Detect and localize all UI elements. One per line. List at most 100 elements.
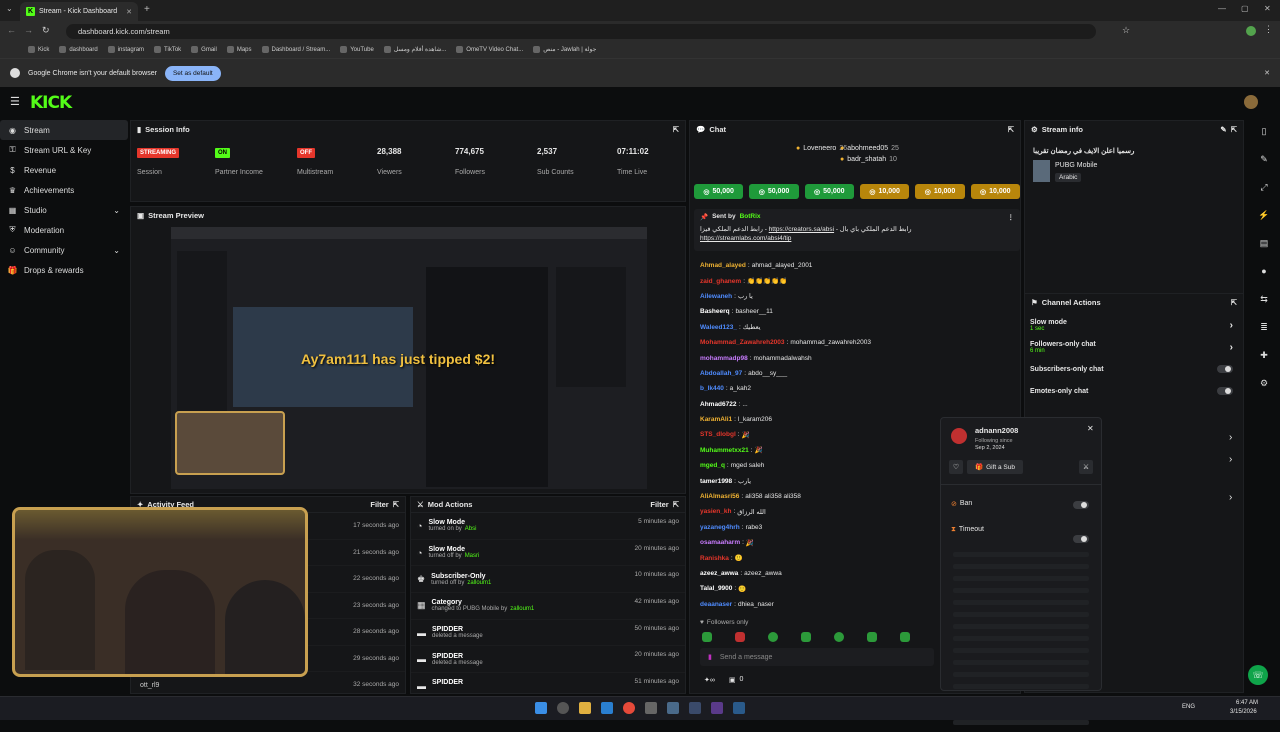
chat-message[interactable]: AliAlmasri56: ali358 ali358 ali358	[700, 489, 940, 504]
popout-icon[interactable]: ⇱	[1008, 125, 1014, 134]
chat-username[interactable]: mged_q	[700, 462, 725, 469]
ban-toggle[interactable]	[1073, 501, 1089, 509]
gift-sub-button[interactable]: 🎁 Gift a Sub	[967, 460, 1023, 474]
emote-icon[interactable]	[768, 632, 778, 642]
chat-username[interactable]: osamaaharm	[700, 539, 740, 546]
chat-username[interactable]: tamer1998	[700, 478, 732, 485]
bookmark-item[interactable]: instagram	[107, 46, 144, 53]
chat-message[interactable]: Talal_9900: 🙂	[700, 581, 940, 596]
bolt-icon[interactable]: ⚡	[1255, 206, 1273, 224]
mic-icon[interactable]: ▮	[708, 653, 712, 661]
bookmark-item[interactable]: TikTok	[154, 46, 181, 53]
sidebar-item-moderation[interactable]: ⛨ Moderation	[0, 220, 128, 240]
user-avatar[interactable]	[1244, 95, 1258, 109]
chat-message[interactable]: osamaaharm: 🎉	[700, 535, 940, 550]
chat-message[interactable]: yazaneg4hrh: rabe3	[700, 520, 940, 535]
mod-action-user[interactable]: Masri	[465, 553, 480, 559]
unpin-icon[interactable]: ⋮	[1008, 213, 1015, 221]
popout-icon[interactable]: ⇱	[393, 500, 399, 509]
profile-avatar[interactable]	[1246, 26, 1256, 36]
chat-username[interactable]: yasien_kh	[700, 508, 731, 515]
bookmark-item[interactable]: شاهدة أفلام ومسل...	[383, 46, 446, 53]
panel-toggle-icon[interactable]: ▯	[1255, 122, 1273, 140]
mod-filter-button[interactable]: Filter	[650, 500, 668, 509]
close-card-icon[interactable]: ✕	[1087, 424, 1094, 433]
back-icon[interactable]: ←	[7, 25, 16, 35]
chat-username[interactable]: azeez_awwa	[700, 570, 738, 577]
maximize-icon[interactable]: ▢	[1241, 4, 1249, 13]
steam-icon[interactable]	[733, 702, 745, 714]
chat-message[interactable]: Ahmad_alayed: ahmad_alayed_2001	[700, 258, 940, 273]
emote-icon[interactable]	[834, 632, 844, 642]
chat-username[interactable]: STS_dlobgl	[700, 431, 736, 438]
chat-message[interactable]: Mohammad_Zawahreh2003: mohammad_zawahreh2…	[700, 335, 940, 350]
chat-message[interactable]: b_lk440: a_kah2	[700, 381, 940, 396]
emote-icon[interactable]	[900, 632, 910, 642]
edit-icon[interactable]: ✎	[1220, 125, 1226, 134]
kick-logo[interactable]: KICK	[30, 93, 72, 113]
chat-message[interactable]: Basheerq: basheer__11	[700, 304, 940, 319]
popout-icon[interactable]: ⇱	[673, 125, 679, 134]
app-icon[interactable]	[667, 702, 679, 714]
mod-tools-button[interactable]: ⚔	[1079, 460, 1093, 474]
close-tab-icon[interactable]: ✕	[126, 8, 132, 16]
edge-icon[interactable]	[601, 702, 613, 714]
channel-action-row[interactable]: Emotes-only chat	[1025, 380, 1243, 402]
sidebar-item-drops-rewards[interactable]: 🎁 Drops & rewards	[0, 260, 128, 280]
chat-message[interactable]: zaid_ghanem: 👏👏👏👏👏	[700, 273, 940, 288]
discord-icon[interactable]	[711, 702, 723, 714]
channel-action-row[interactable]: Followers-only chat 6 min ›	[1025, 336, 1243, 358]
channel-action-row[interactable]: Slow mode 1 sec ›	[1025, 314, 1243, 336]
chat-username[interactable]: AliAlmasri56	[700, 493, 739, 500]
hamburger-menu-icon[interactable]: ☰	[10, 95, 20, 108]
chat-message[interactable]: tamer1998: يارب	[700, 473, 940, 488]
chat-username[interactable]: Ahmad_alayed	[700, 262, 746, 269]
sidebar-item-studio[interactable]: ▦ Studio ⌄	[0, 200, 128, 220]
stream-video[interactable]: Ay7am111 has just tipped $2!	[171, 227, 647, 489]
chat-username[interactable]: mohammadp98	[700, 355, 748, 362]
bookmark-item[interactable]: Kick	[28, 46, 49, 53]
chat-username[interactable]: Waleed123_	[700, 324, 737, 331]
list-icon[interactable]: ≣	[1255, 318, 1273, 336]
chat-username[interactable]: KaramAli1	[700, 416, 732, 423]
chevron-right-icon[interactable]: ›	[1229, 432, 1232, 443]
url-field[interactable]: dashboard.kick.com/stream	[66, 24, 1096, 39]
popout-icon[interactable]: ⇱	[1231, 298, 1237, 307]
chat-username[interactable]: Ranishka	[700, 555, 729, 562]
close-window-icon[interactable]: ✕	[1264, 4, 1271, 13]
browser-tab[interactable]: K Stream - Kick Dashboard ✕	[20, 2, 138, 21]
timeout-toggle[interactable]	[1073, 535, 1089, 543]
chat-message[interactable]: Ailewaneh: يا رب	[700, 289, 940, 304]
pinned-link-2[interactable]: https://streamlabs.com/absi4/tip	[700, 235, 791, 242]
reload-icon[interactable]: ↻	[42, 25, 50, 36]
chevron-right-icon[interactable]: ›	[1229, 454, 1232, 465]
chat-username[interactable]: yazaneg4hrh	[700, 524, 740, 531]
search-icon[interactable]	[557, 702, 569, 714]
settings-icon[interactable]: ⚙	[1255, 374, 1273, 392]
chat-message[interactable]: azeez_awwa: azeez_awwa	[700, 566, 940, 581]
emote-icon[interactable]	[867, 632, 877, 642]
emote-icon[interactable]	[702, 632, 712, 642]
gift-chip[interactable]: ◎ 10,000	[859, 184, 910, 199]
pen-icon[interactable]: ✎	[1255, 150, 1273, 168]
chat-username[interactable]: b_lk440	[700, 385, 724, 392]
sidebar-item-stream[interactable]: ◉ Stream	[0, 120, 128, 140]
bookmark-item[interactable]: dashboard	[59, 46, 98, 53]
bookmark-item[interactable]: Dashboard / Stream...	[261, 46, 330, 53]
bookmark-item[interactable]: OmeTV Video Chat...	[456, 46, 523, 53]
follow-heart-button[interactable]: ♡	[949, 460, 963, 474]
chrome-menu-icon[interactable]: ⋮	[1264, 24, 1273, 35]
file-explorer-icon[interactable]	[579, 702, 591, 714]
channel-action-toggle[interactable]	[1217, 387, 1233, 395]
expand-icon[interactable]: ⤢	[1255, 178, 1273, 196]
chrome-icon[interactable]	[623, 702, 635, 714]
sidebar-item-revenue[interactable]: $ Revenue	[0, 160, 128, 180]
chat-username[interactable]: Talal_9900	[700, 585, 732, 592]
sidebar-item-achievements[interactable]: ♛ Achievements	[0, 180, 128, 200]
chat-username[interactable]: Muhammetxx21	[700, 447, 749, 454]
bookmark-item[interactable]: YouTube	[340, 46, 374, 53]
chat-username[interactable]: deaanaser	[700, 601, 732, 608]
chat-username[interactable]: zaid_ghanem	[700, 278, 741, 285]
store-icon[interactable]	[645, 702, 657, 714]
wrench-icon[interactable]: ✚	[1255, 346, 1273, 364]
